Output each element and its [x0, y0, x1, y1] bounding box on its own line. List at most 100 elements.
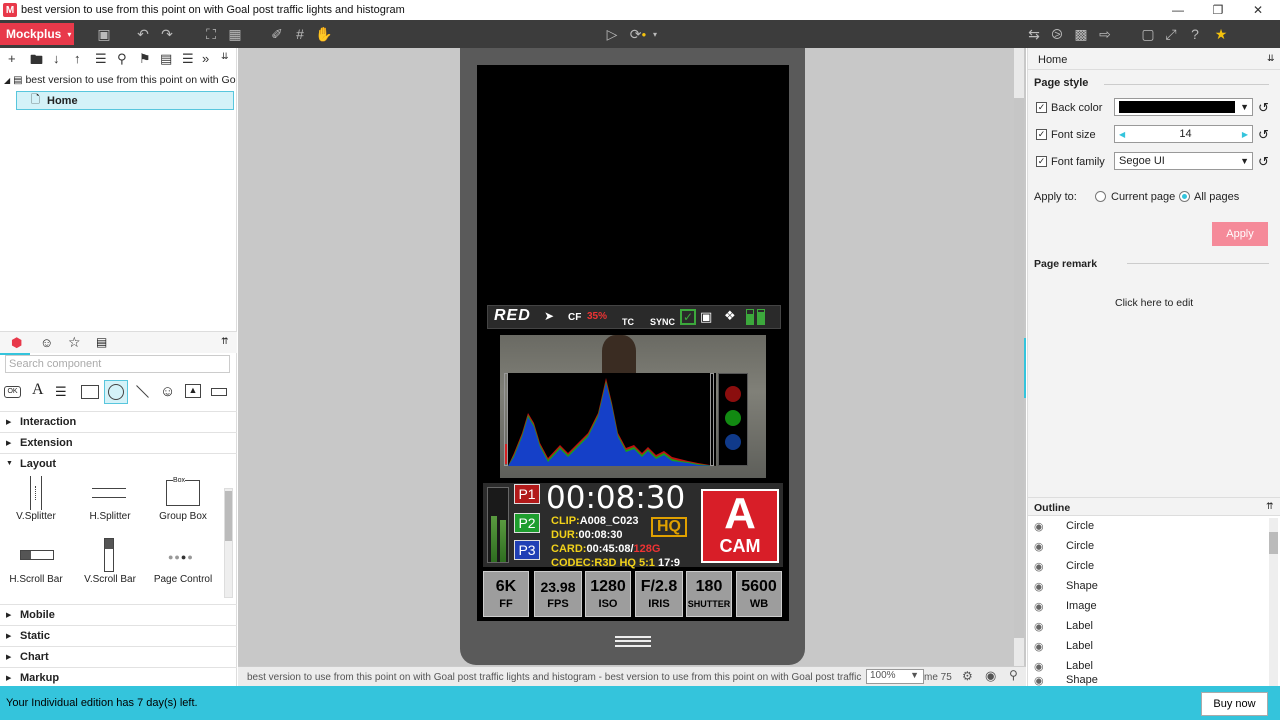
folder-icon[interactable]: 🖿 — [30, 51, 43, 73]
design-canvas[interactable]: RED ➤ CF 35% TC SYNC ✓ ▣ ❖ P1 P2 P3 00:0… — [238, 48, 1026, 666]
canvas-scrollbar[interactable] — [1014, 48, 1024, 666]
component-scrollbar[interactable] — [224, 488, 233, 598]
outline-row[interactable]: ◉ Circle — [1028, 536, 1268, 556]
component-scroll-thumb[interactable] — [225, 491, 232, 541]
font-size-checkbox[interactable]: ✓ — [1036, 129, 1047, 140]
panel-collapse-handle[interactable] — [1024, 338, 1026, 398]
reset-icon[interactable]: ↺ — [1258, 100, 1269, 116]
pin-icon[interactable]: ⚲ — [1009, 668, 1018, 682]
component-tab-icon[interactable]: ⬢ — [11, 335, 22, 351]
preset-p2-button[interactable]: P2 — [514, 513, 540, 533]
layers-icon[interactable]: ▤ — [160, 51, 172, 67]
preset-p3-button[interactable]: P3 — [514, 540, 540, 560]
outline-row[interactable]: ◉ Image — [1028, 596, 1268, 616]
window-icon[interactable]: ▢ — [1139, 24, 1157, 44]
crop-icon[interactable]: ⛶ — [202, 24, 220, 44]
search-icon[interactable]: ⚲ — [117, 51, 127, 67]
reset-icon[interactable]: ↺ — [1258, 127, 1269, 143]
tree-root[interactable]: ◢ ▤ best version to use from this point … — [4, 74, 236, 88]
outline-row[interactable]: ◉ Label — [1028, 656, 1268, 676]
font-family-checkbox[interactable]: ✓ — [1036, 156, 1047, 167]
eye-icon[interactable]: ◉ — [1034, 660, 1044, 673]
group-box-icon[interactable]: Box — [166, 477, 200, 506]
outline-scrollbar[interactable] — [1269, 518, 1278, 686]
add-icon[interactable]: + — [8, 51, 16, 66]
home-menu-icon[interactable] — [615, 636, 651, 647]
collapse-icon[interactable]: ⇈ — [1266, 501, 1274, 512]
font-family-select[interactable]: Segoe UI ▼ — [1114, 152, 1253, 170]
brand-menu[interactable]: Mockplus ▾ — [0, 23, 74, 45]
close-icon[interactable]: ✕ — [1240, 0, 1276, 20]
input-component-icon[interactable] — [211, 388, 227, 396]
outline-row[interactable]: ◉ Circle — [1028, 516, 1268, 536]
font-size-stepper[interactable]: ◀ 14 ▶ — [1114, 125, 1253, 143]
page-tree-icon[interactable]: ☰ — [95, 51, 107, 67]
save-icon[interactable]: ▣ — [95, 24, 113, 44]
outline-scroll-thumb[interactable] — [1269, 532, 1278, 554]
play-icon[interactable]: ▷ — [603, 24, 621, 44]
move-up-icon[interactable]: ↑ — [74, 51, 81, 66]
v-splitter-icon[interactable] — [30, 476, 42, 510]
outline-row[interactable]: ◉ Label — [1028, 636, 1268, 656]
collapse-icon[interactable]: ⇊ — [221, 51, 229, 62]
restore-icon[interactable]: ❐ — [1200, 0, 1236, 20]
image-component-icon[interactable]: ▲ — [185, 384, 201, 398]
eye-icon[interactable]: ◉ — [1034, 540, 1044, 553]
tree-item-home[interactable]: 🗋 Home — [16, 91, 234, 110]
current-page-radio[interactable] — [1095, 191, 1106, 202]
list-icon[interactable]: ☰ — [182, 51, 194, 67]
eye-icon[interactable]: ◉ — [1034, 560, 1044, 573]
qr-icon[interactable]: ▩ — [1072, 24, 1090, 44]
chevron-down-icon[interactable]: ▾ — [651, 24, 659, 44]
page-control-icon[interactable]: ●●●● — [168, 552, 194, 562]
text-component-icon[interactable]: A — [32, 381, 44, 399]
sync-icon[interactable]: ⟳ ● — [626, 24, 650, 44]
grid-icon[interactable]: # — [291, 24, 309, 44]
preset-p1-button[interactable]: P1 — [514, 484, 540, 504]
emoji-component-icon[interactable]: ☺ — [160, 383, 175, 400]
canvas-scroll-thumb[interactable] — [1014, 98, 1024, 638]
fullscreen-icon[interactable]: ⤢ — [1162, 24, 1180, 44]
capture-icon[interactable]: ▦ — [226, 24, 244, 44]
back-color-picker[interactable]: ▼ — [1114, 98, 1253, 116]
category-extension[interactable]: ▶ Extension — [0, 432, 237, 452]
settings-icon[interactable]: ⚙ — [962, 669, 973, 683]
outline-row[interactable]: ◉ Circle — [1028, 556, 1268, 576]
eye-icon[interactable]: ◉ — [1034, 520, 1044, 533]
outline-row[interactable]: ◉ Shape — [1028, 576, 1268, 596]
back-color-checkbox[interactable]: ✓ — [1036, 102, 1047, 113]
tree-expand-icon[interactable]: ◢ — [4, 76, 10, 85]
zoom-select[interactable]: 100% ▼ — [866, 669, 924, 684]
apply-button[interactable]: Apply — [1212, 222, 1268, 246]
collapse-icon[interactable]: ⇊ — [1267, 53, 1275, 64]
paragraph-component-icon[interactable]: ☰ — [55, 384, 67, 400]
flag-icon[interactable]: ⚑ — [139, 51, 151, 67]
page-remark-editor[interactable]: Click here to edit — [1115, 297, 1193, 309]
v-scroll-bar-icon[interactable] — [104, 538, 114, 572]
eye-icon[interactable]: ◉ — [985, 668, 996, 684]
category-markup[interactable]: ▶ Markup — [0, 667, 237, 687]
buy-now-button[interactable]: Buy now — [1201, 692, 1268, 716]
outline-row[interactable]: ◉ Label — [1028, 616, 1268, 636]
button-component-icon[interactable]: OK — [4, 386, 21, 398]
line-component-icon[interactable] — [136, 385, 149, 398]
category-chart[interactable]: ▶ Chart — [0, 646, 237, 666]
eye-icon[interactable]: ◉ — [1034, 640, 1044, 653]
upgrade-icon[interactable]: ★ — [1210, 24, 1232, 44]
move-down-icon[interactable]: ↓ — [53, 51, 60, 66]
category-mobile[interactable]: ▶ Mobile — [0, 604, 237, 624]
eye-icon[interactable]: ◉ — [1034, 600, 1044, 613]
h-scroll-bar-icon[interactable] — [20, 550, 54, 560]
more-icon[interactable]: » — [202, 51, 209, 66]
undo-icon[interactable]: ↶ — [134, 24, 152, 44]
category-interaction[interactable]: ▶ Interaction — [0, 411, 237, 431]
decrease-icon[interactable]: ◀ — [1119, 130, 1125, 139]
h-splitter-icon[interactable] — [92, 488, 126, 498]
rectangle-component-icon[interactable] — [81, 385, 99, 399]
category-static[interactable]: ▶ Static — [0, 625, 237, 645]
category-layout[interactable]: ▼ Layout — [0, 453, 237, 473]
emoji-tab-icon[interactable]: ☺ — [40, 335, 53, 350]
swap-icon[interactable]: ⇆ — [1025, 24, 1043, 44]
eye-icon[interactable]: ◉ — [1034, 620, 1044, 633]
help-icon[interactable]: ? — [1186, 24, 1204, 44]
